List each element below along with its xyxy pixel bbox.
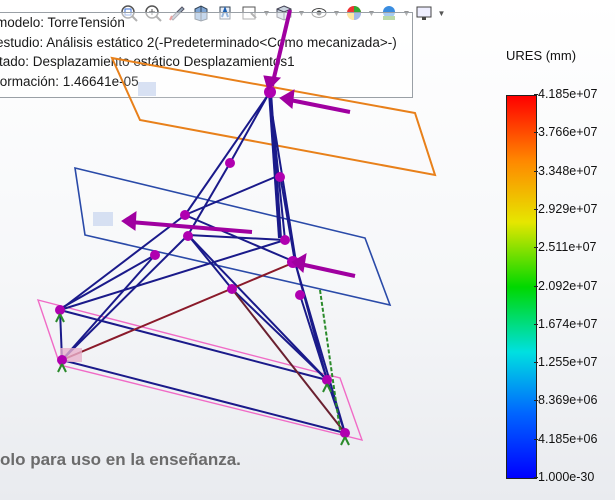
educational-watermark: olo para uso en la enseñanza. [0, 450, 241, 469]
legend-tick-label: 2.511e+07 [534, 240, 597, 255]
legend-title: URES (mm) [506, 48, 577, 63]
legend-tick-label: 4.185e+07 [533, 87, 598, 101]
legend-tick-label: 1.000e-30 [533, 470, 595, 484]
legend-tick-label: 2.092e+07 [533, 278, 598, 293]
mid-plane-texture [93, 212, 113, 226]
legend-tick-label: 3.766e+07 [533, 125, 598, 140]
model-viewport[interactable] [0, 0, 500, 450]
legend-tick-label: 3.348e+07 [533, 163, 598, 178]
legend-tick-label: 2.929e+07 [533, 201, 598, 216]
top-plane-texture [138, 82, 156, 96]
legend-tick-label: 1.674e+07 [533, 316, 598, 331]
legend-tick-label: 1.255e+07 [533, 355, 598, 370]
legend-tick-label: 8.369e+06 [533, 393, 598, 408]
legend-tick-label: 4.185e+06 [533, 431, 598, 446]
bottom-plane [36, 298, 364, 441]
color-scale-bar [506, 95, 537, 479]
